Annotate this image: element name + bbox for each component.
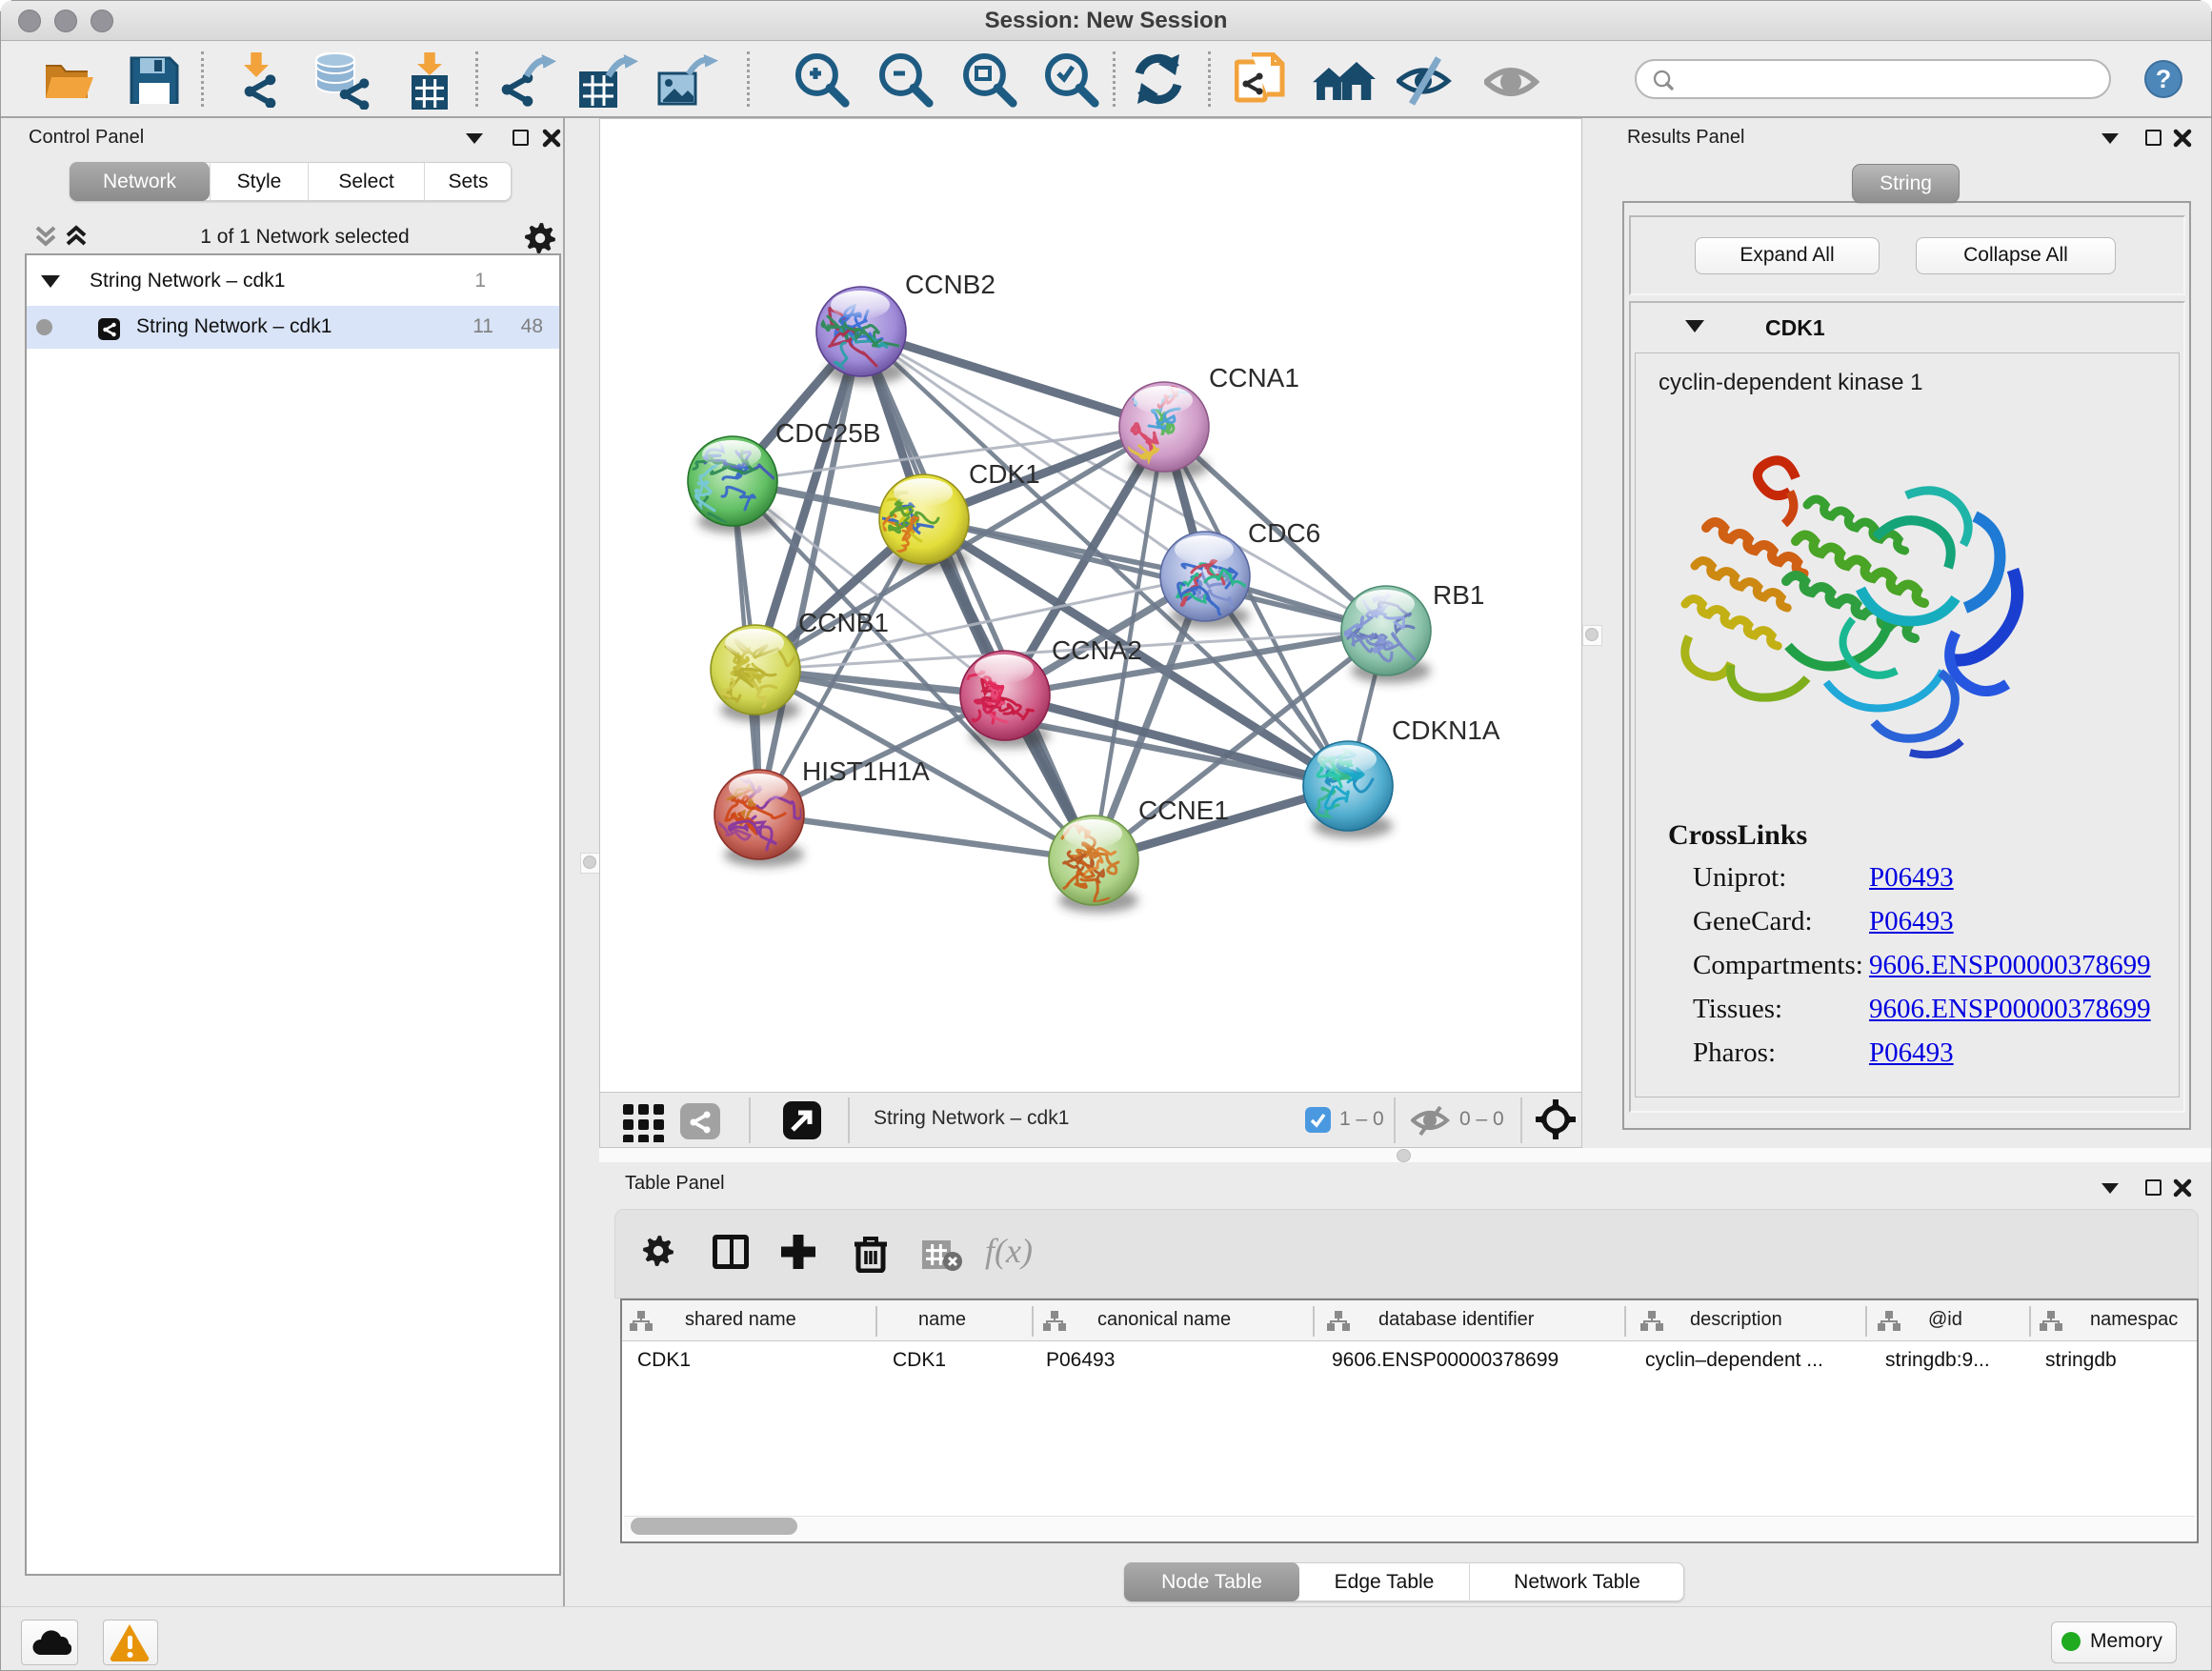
svg-text:CCNA2: CCNA2 <box>1052 635 1142 665</box>
svg-text:CDK1: CDK1 <box>969 459 1040 489</box>
svg-text:CCNB2: CCNB2 <box>905 270 995 299</box>
svg-text:CCNB1: CCNB1 <box>798 608 889 637</box>
svg-text:CDKN1A: CDKN1A <box>1392 715 1500 745</box>
svg-text:CDC6: CDC6 <box>1248 518 1320 548</box>
svg-text:CCNA1: CCNA1 <box>1209 363 1299 393</box>
svg-text:CDC25B: CDC25B <box>775 418 880 448</box>
svg-text:RB1: RB1 <box>1433 580 1484 610</box>
svg-text:HIST1H1A: HIST1H1A <box>802 756 930 786</box>
svg-text:CCNE1: CCNE1 <box>1138 795 1229 825</box>
